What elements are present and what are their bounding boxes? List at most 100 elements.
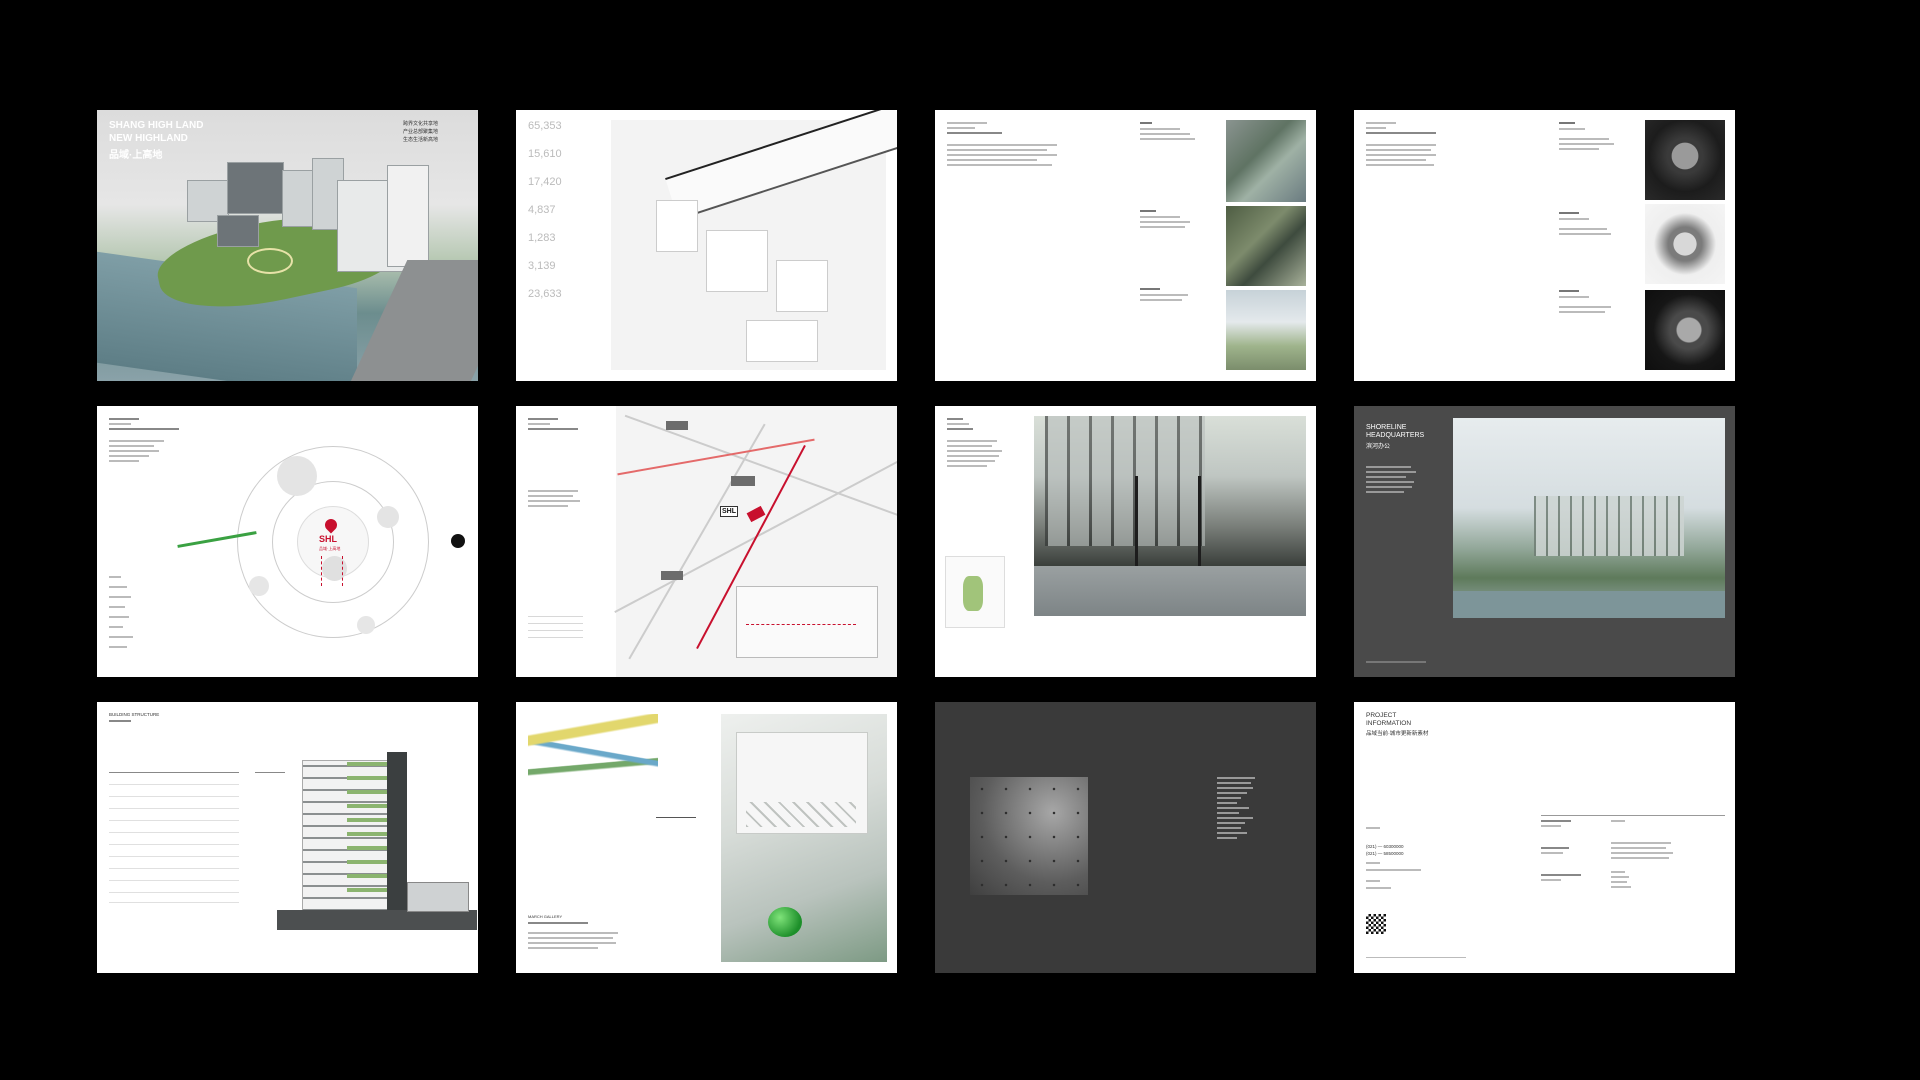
text-block: [947, 122, 1057, 169]
stair-structure: [1135, 476, 1201, 576]
architect-portrait-2: [1645, 204, 1725, 284]
cover-title-en-2: NEW HIGHLAND: [109, 133, 188, 144]
spread-traffic-diagram[interactable]: SHL 品域·上高地: [97, 406, 478, 677]
building-e: [217, 215, 259, 247]
spread-sketch[interactable]: MARCH GALLERY: [516, 702, 897, 973]
sketch-title: MARCH GALLERY: [528, 914, 563, 919]
axo-block-4: [746, 320, 818, 362]
section-greenery: [347, 762, 387, 902]
green-apple-sculpture: [768, 907, 802, 937]
spread-cover[interactable]: SHANG HIGH LAND NEW HIGHLAND 品域·上高地 跨界文化…: [97, 110, 478, 381]
stat-7: 23,633: [528, 288, 562, 300]
qr-code-icon: [1366, 914, 1386, 934]
shoreline-title-cn: 滨河办公: [1366, 444, 1391, 450]
architect-portrait-3: [1645, 290, 1725, 370]
aerial-photo-3: [1226, 290, 1306, 370]
spread-texture[interactable]: [935, 702, 1316, 973]
tele-1: (021) — 60300000: [1366, 844, 1404, 849]
stat-4: 4,837: [528, 204, 556, 216]
plaza-floor: [1034, 566, 1306, 616]
shoreline-building: [1534, 496, 1684, 556]
station-bubble-3: [377, 506, 399, 528]
spread-location-photos[interactable]: [935, 110, 1316, 381]
axo-block-1: [656, 200, 698, 252]
shoreline-title-1: SHORELINE: [1366, 424, 1407, 431]
spread-structure[interactable]: BUILDING STRUCTURE: [97, 702, 478, 973]
shoreline-footer: [1366, 661, 1426, 663]
section-annex: [407, 882, 469, 912]
inset-red-route: [746, 624, 856, 626]
project-title-2: INFORMATION: [1366, 720, 1412, 727]
info-label-1: [1366, 827, 1380, 829]
aerial-photo-2: [1226, 206, 1306, 286]
map-legend: [528, 616, 588, 638]
texture-text: [1217, 777, 1255, 839]
diagram-table: [109, 576, 169, 648]
map-brand-logo: SHL: [319, 534, 337, 544]
stat-5: 1,283: [528, 232, 556, 244]
map-intro: [528, 418, 580, 507]
red-axis-lines: [321, 556, 343, 586]
ring-plaza: [247, 248, 293, 274]
cover-tagline-2: 产业总部聚集地: [402, 129, 438, 135]
caption-blocks: [1140, 122, 1200, 301]
info-label-2: [1366, 862, 1380, 864]
label-box-1: [666, 421, 688, 430]
inset-map: [736, 586, 878, 658]
map-brand-cn: 品域·上高地: [319, 546, 341, 551]
model-truss: [746, 802, 856, 827]
spread-architects[interactable]: [1354, 110, 1735, 381]
project-subtitle-cn: 品域当前·城市更新新素材: [1366, 731, 1429, 737]
concept-sketch: [528, 714, 658, 794]
building-c: [282, 170, 314, 227]
structure-table: [109, 772, 239, 903]
project-title-1: PROJECT: [1366, 712, 1397, 719]
axo-block-3: [776, 260, 828, 312]
info-address: [1366, 869, 1421, 871]
architect-portrait-1: [1645, 120, 1725, 200]
stat-1: 65,353: [528, 120, 562, 132]
aerial-photo-1: [1226, 120, 1306, 202]
sketch-subtitle: [528, 922, 588, 924]
spread-project-info[interactable]: PROJECT INFORMATION 品域当前·城市更新新素材 (021) —…: [1354, 702, 1735, 973]
credits-values: [1611, 820, 1721, 888]
urban-text: [947, 418, 1002, 467]
concrete-dots: [970, 777, 1088, 895]
map-site-logo: SHL: [720, 506, 738, 517]
stat-2: 15,610: [528, 148, 562, 160]
diagram-intro: [109, 418, 179, 462]
cover-tagline-3: 生态生活新高地: [402, 137, 438, 143]
spread-shoreline[interactable]: SHORELINE HEADQUARTERS 滨河办公: [1354, 406, 1735, 677]
sketch-body: [528, 932, 618, 949]
station-bubble-4: [357, 616, 375, 634]
label-box-3: [661, 571, 683, 580]
cover-tagline-1: 跨界文化共享地: [402, 121, 438, 127]
structure-subheading: [109, 720, 131, 722]
stat-3: 17,420: [528, 176, 562, 188]
section-ground: [277, 910, 477, 930]
station-bubble-5: [249, 576, 269, 596]
shoreline-water: [1453, 591, 1725, 618]
cover-title-cn: 品域·上高地: [109, 150, 163, 161]
credits-rule-1: [1541, 815, 1725, 816]
axo-block-2: [706, 230, 768, 292]
stat-6: 3,139: [528, 260, 556, 272]
structure-heading: BUILDING STRUCTURE: [109, 712, 160, 717]
structure-notes: [255, 772, 285, 903]
cover-title-en-1: SHANG HIGH LAND: [109, 120, 204, 131]
spread-stats[interactable]: 65,353 15,610 17,420 4,837 1,283 3,139 2…: [516, 110, 897, 381]
info-date: [1366, 887, 1391, 889]
building-b: [227, 162, 284, 214]
right-icon-badge: [451, 534, 465, 548]
spread-urban-rendering[interactable]: [935, 406, 1316, 677]
inset-green: [963, 576, 983, 611]
building-g: [387, 165, 429, 267]
shoreline-title-2: HEADQUARTERS: [1366, 432, 1425, 439]
info-label-3: [1366, 880, 1380, 882]
shoreline-body: [1366, 466, 1416, 493]
spread-map[interactable]: SHL: [516, 406, 897, 677]
footer-line: [1366, 957, 1466, 958]
sketch-signature: [656, 787, 696, 818]
architects-text: [1366, 122, 1436, 166]
tele-2: (021) — 58500000: [1366, 851, 1404, 856]
